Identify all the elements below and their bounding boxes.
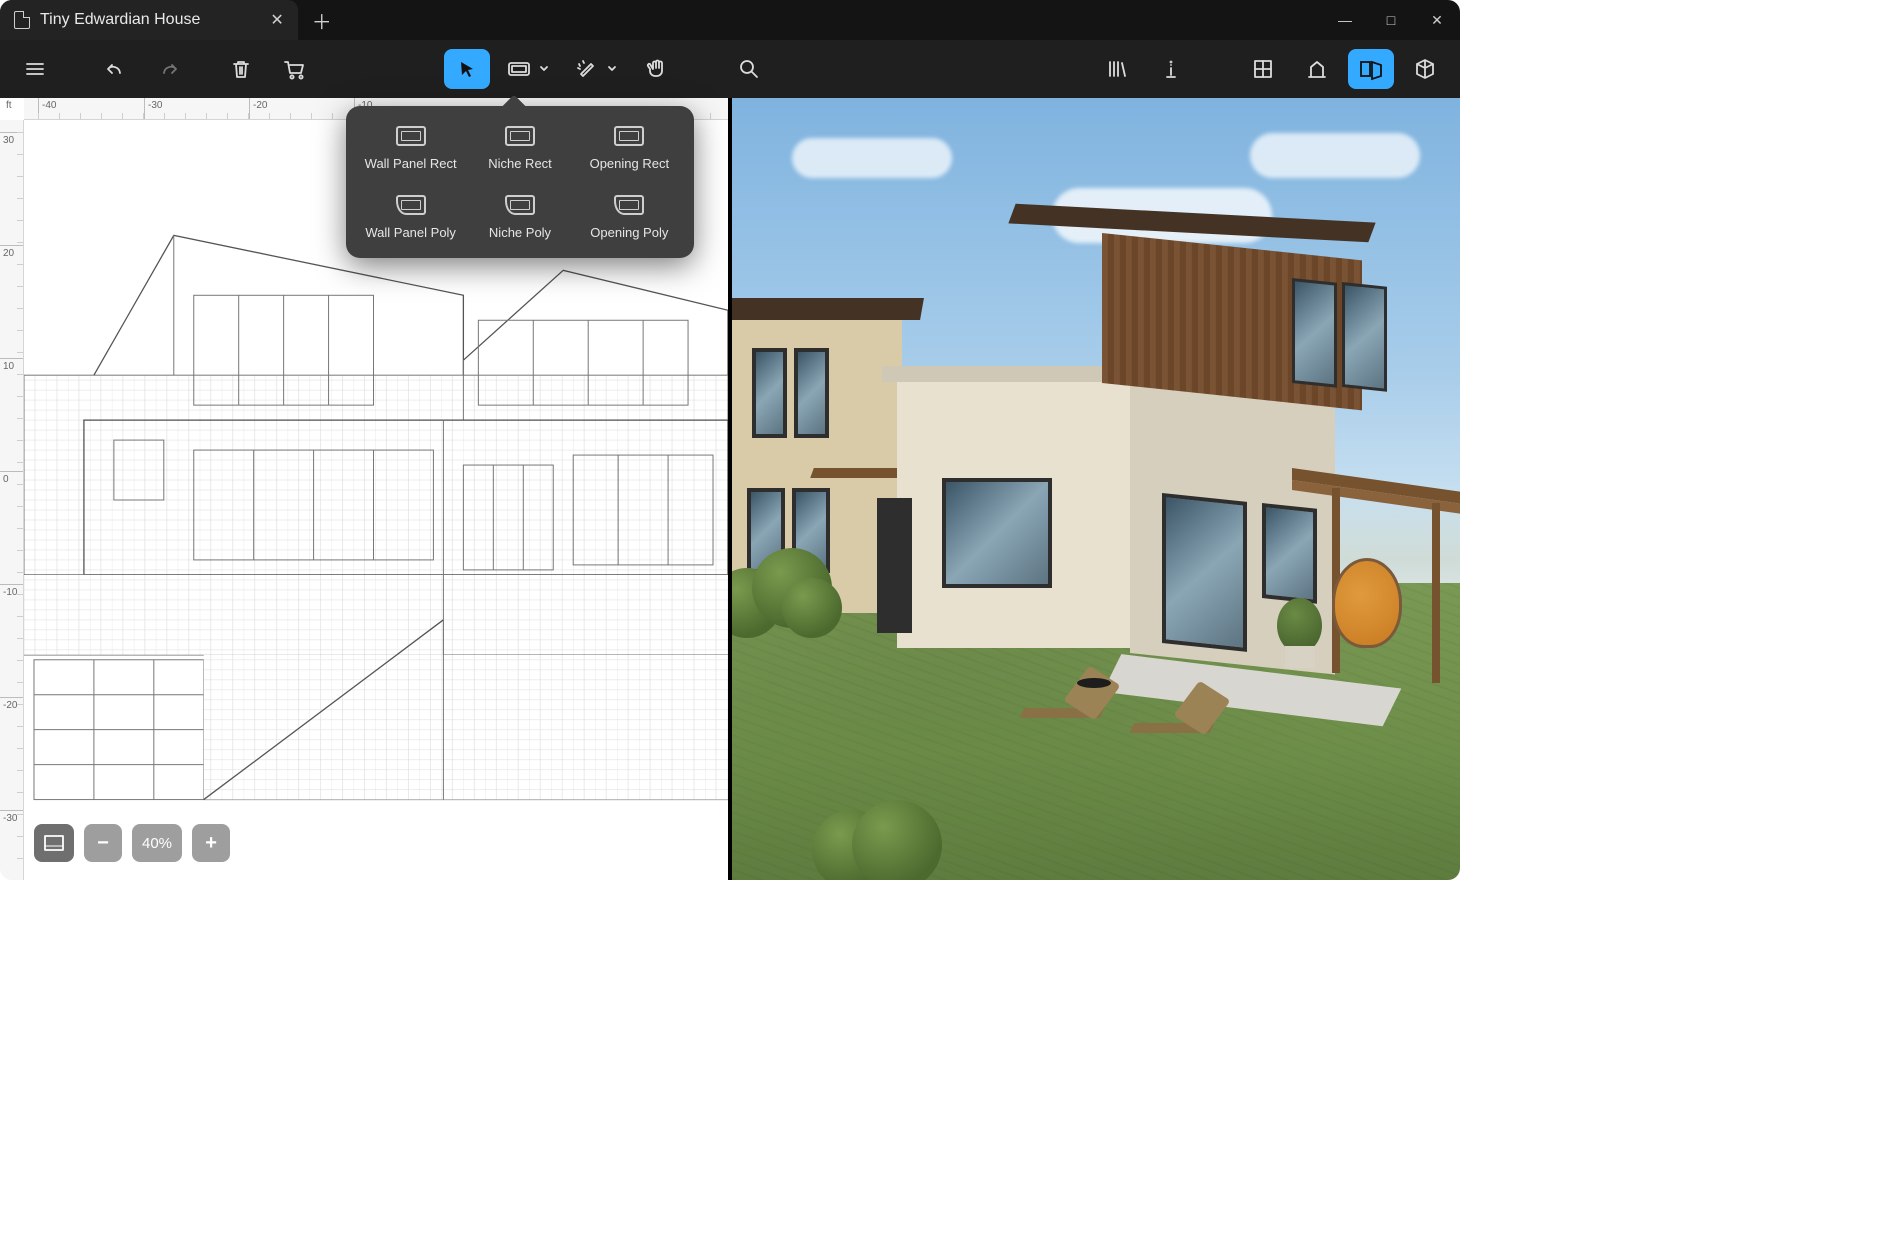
zoom-in-button[interactable]: + xyxy=(192,824,230,862)
view-3d-button[interactable] xyxy=(1402,49,1448,89)
close-window-button[interactable]: ✕ xyxy=(1414,0,1460,40)
view-elevation-button[interactable] xyxy=(1294,49,1340,89)
wall-tool-dropdown[interactable] xyxy=(498,49,558,89)
tool-label: Wall Panel Rect xyxy=(365,156,457,171)
tab-close-button[interactable]: ✕ xyxy=(270,10,283,30)
canvas-area: ft -40 -30 -20 -10 30 20 10 0 -10 -20 -3… xyxy=(0,98,1460,880)
search-button[interactable] xyxy=(726,49,772,89)
undo-button[interactable] xyxy=(92,49,138,89)
plant xyxy=(1277,598,1322,653)
window-controls: — □ ✕ xyxy=(1322,0,1460,40)
document-tab[interactable]: Tiny Edwardian House ✕ xyxy=(0,0,298,40)
view-split-button[interactable] xyxy=(1348,49,1394,89)
opening-poly-icon xyxy=(614,195,644,215)
ruler-unit: ft xyxy=(6,100,12,111)
menu-button[interactable] xyxy=(12,49,58,89)
tool-niche-poly[interactable]: Niche Poly xyxy=(465,195,574,240)
fit-view-button[interactable] xyxy=(34,824,74,862)
library-button[interactable] xyxy=(1094,49,1140,89)
tool-label: Opening Rect xyxy=(590,156,670,171)
tool-label: Wall Panel Poly xyxy=(365,225,456,240)
view-2d-button[interactable] xyxy=(1240,49,1286,89)
niche-poly-icon xyxy=(505,195,535,215)
house-3d xyxy=(732,98,1460,880)
ruler-vertical: 30 20 10 0 -10 -20 -30 xyxy=(0,120,24,880)
tool-label: Niche Rect xyxy=(488,156,552,171)
magic-tool-dropdown[interactable] xyxy=(566,49,626,89)
delete-button[interactable] xyxy=(218,49,264,89)
cart-button[interactable] xyxy=(272,49,318,89)
select-tool-button[interactable] xyxy=(444,49,490,89)
tool-opening-rect[interactable]: Opening Rect xyxy=(575,126,684,171)
hanging-chair xyxy=(1332,558,1402,648)
titlebar: Tiny Edwardian House ✕ ＋ — □ ✕ xyxy=(0,0,1460,40)
info-button[interactable] xyxy=(1148,49,1194,89)
redo-button[interactable] xyxy=(146,49,192,89)
tool-niche-rect[interactable]: Niche Rect xyxy=(465,126,574,171)
bush xyxy=(812,800,932,880)
document-icon xyxy=(14,11,30,29)
tool-opening-poly[interactable]: Opening Poly xyxy=(575,195,684,240)
bush xyxy=(732,548,832,638)
pane-3d-view[interactable] xyxy=(732,98,1460,880)
tool-wall-panel-rect[interactable]: Wall Panel Rect xyxy=(356,126,465,171)
document-title: Tiny Edwardian House xyxy=(40,11,200,29)
pan-tool-button[interactable] xyxy=(634,49,680,89)
app-window: Tiny Edwardian House ✕ ＋ — □ ✕ xyxy=(0,0,1460,880)
zoom-controls: − 40% + xyxy=(34,824,230,862)
lounger xyxy=(1132,673,1222,743)
planter xyxy=(1285,646,1315,668)
lounger xyxy=(1022,658,1112,728)
wall-rect-icon xyxy=(396,126,426,146)
table xyxy=(1077,678,1111,688)
tool-wall-panel-poly[interactable]: Wall Panel Poly xyxy=(356,195,465,240)
zoom-level-display[interactable]: 40% xyxy=(132,824,182,862)
opening-rect-icon xyxy=(614,126,644,146)
main-toolbar xyxy=(0,40,1460,98)
maximize-button[interactable]: □ xyxy=(1368,0,1414,40)
minimize-button[interactable]: — xyxy=(1322,0,1368,40)
tool-label: Opening Poly xyxy=(590,225,668,240)
wall-tool-panel: Wall Panel Rect Niche Rect Opening Rect … xyxy=(346,106,694,258)
zoom-out-button[interactable]: − xyxy=(84,824,122,862)
tool-label: Niche Poly xyxy=(489,225,551,240)
wall-poly-icon xyxy=(396,195,426,215)
new-tab-button[interactable]: ＋ xyxy=(312,6,332,35)
niche-rect-icon xyxy=(505,126,535,146)
